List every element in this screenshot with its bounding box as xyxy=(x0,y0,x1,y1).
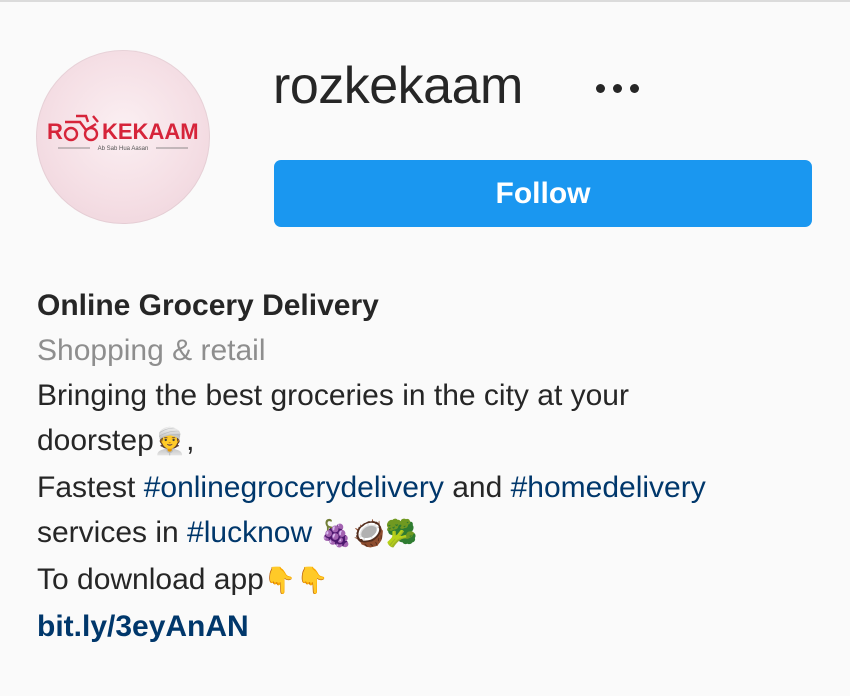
bio-line-5: To download app👇👇 xyxy=(37,557,827,604)
bio-external-link[interactable]: bit.ly/3eyAnAN xyxy=(37,604,827,649)
profile-username: rozkekaam xyxy=(273,57,523,115)
category-label: Shopping & retail xyxy=(37,334,266,367)
more-dot-icon xyxy=(596,84,605,93)
bio-text: and xyxy=(443,471,511,504)
more-dot-icon xyxy=(613,84,622,93)
bio-line-2: doorstep👳, xyxy=(37,418,827,465)
bio-line-4: services in #lucknow 🍇🥥🥦 xyxy=(37,510,827,557)
hashtag-link[interactable]: #onlinegrocerydelivery xyxy=(144,471,444,504)
more-dot-icon xyxy=(630,84,639,93)
follow-button[interactable]: Follow xyxy=(274,160,812,227)
hashtag-link[interactable]: #lucknow xyxy=(187,516,312,549)
scooter-icon xyxy=(63,114,99,142)
bio-text: services in xyxy=(37,516,188,549)
hashtag-link[interactable]: #homedelivery xyxy=(511,471,706,504)
bio-line-3: Fastest #onlinegrocerydelivery and #home… xyxy=(37,465,827,510)
logo-wordmark: KEKAAM xyxy=(102,119,199,144)
bio-text: , xyxy=(186,424,195,457)
bio-text: doorstep xyxy=(37,424,154,457)
pointing-down-emojis: 👇👇 xyxy=(263,566,329,596)
more-options-button[interactable] xyxy=(588,70,648,106)
logo-tagline: Ab Sab Hua Aasan xyxy=(98,146,149,152)
avatar[interactable]: R KEKAAM Ab Sab Hua Aasan xyxy=(36,50,210,224)
bio-text: To download app xyxy=(37,563,264,596)
rozkekaam-logo: R KEKAAM Ab Sab Hua Aasan xyxy=(47,114,199,152)
bio-line-1: Bringing the best groceries in the city … xyxy=(37,379,629,412)
person-emoji: 👳 xyxy=(153,427,187,457)
logo-prefix-letter: R xyxy=(47,119,63,144)
food-emojis: 🍇🥥🥦 xyxy=(312,519,418,549)
bio-text: Fastest xyxy=(37,471,144,504)
profile-bio: Online Grocery Delivery Shopping & retai… xyxy=(37,283,827,649)
display-name: Online Grocery Delivery xyxy=(37,289,379,322)
top-divider xyxy=(0,0,850,2)
